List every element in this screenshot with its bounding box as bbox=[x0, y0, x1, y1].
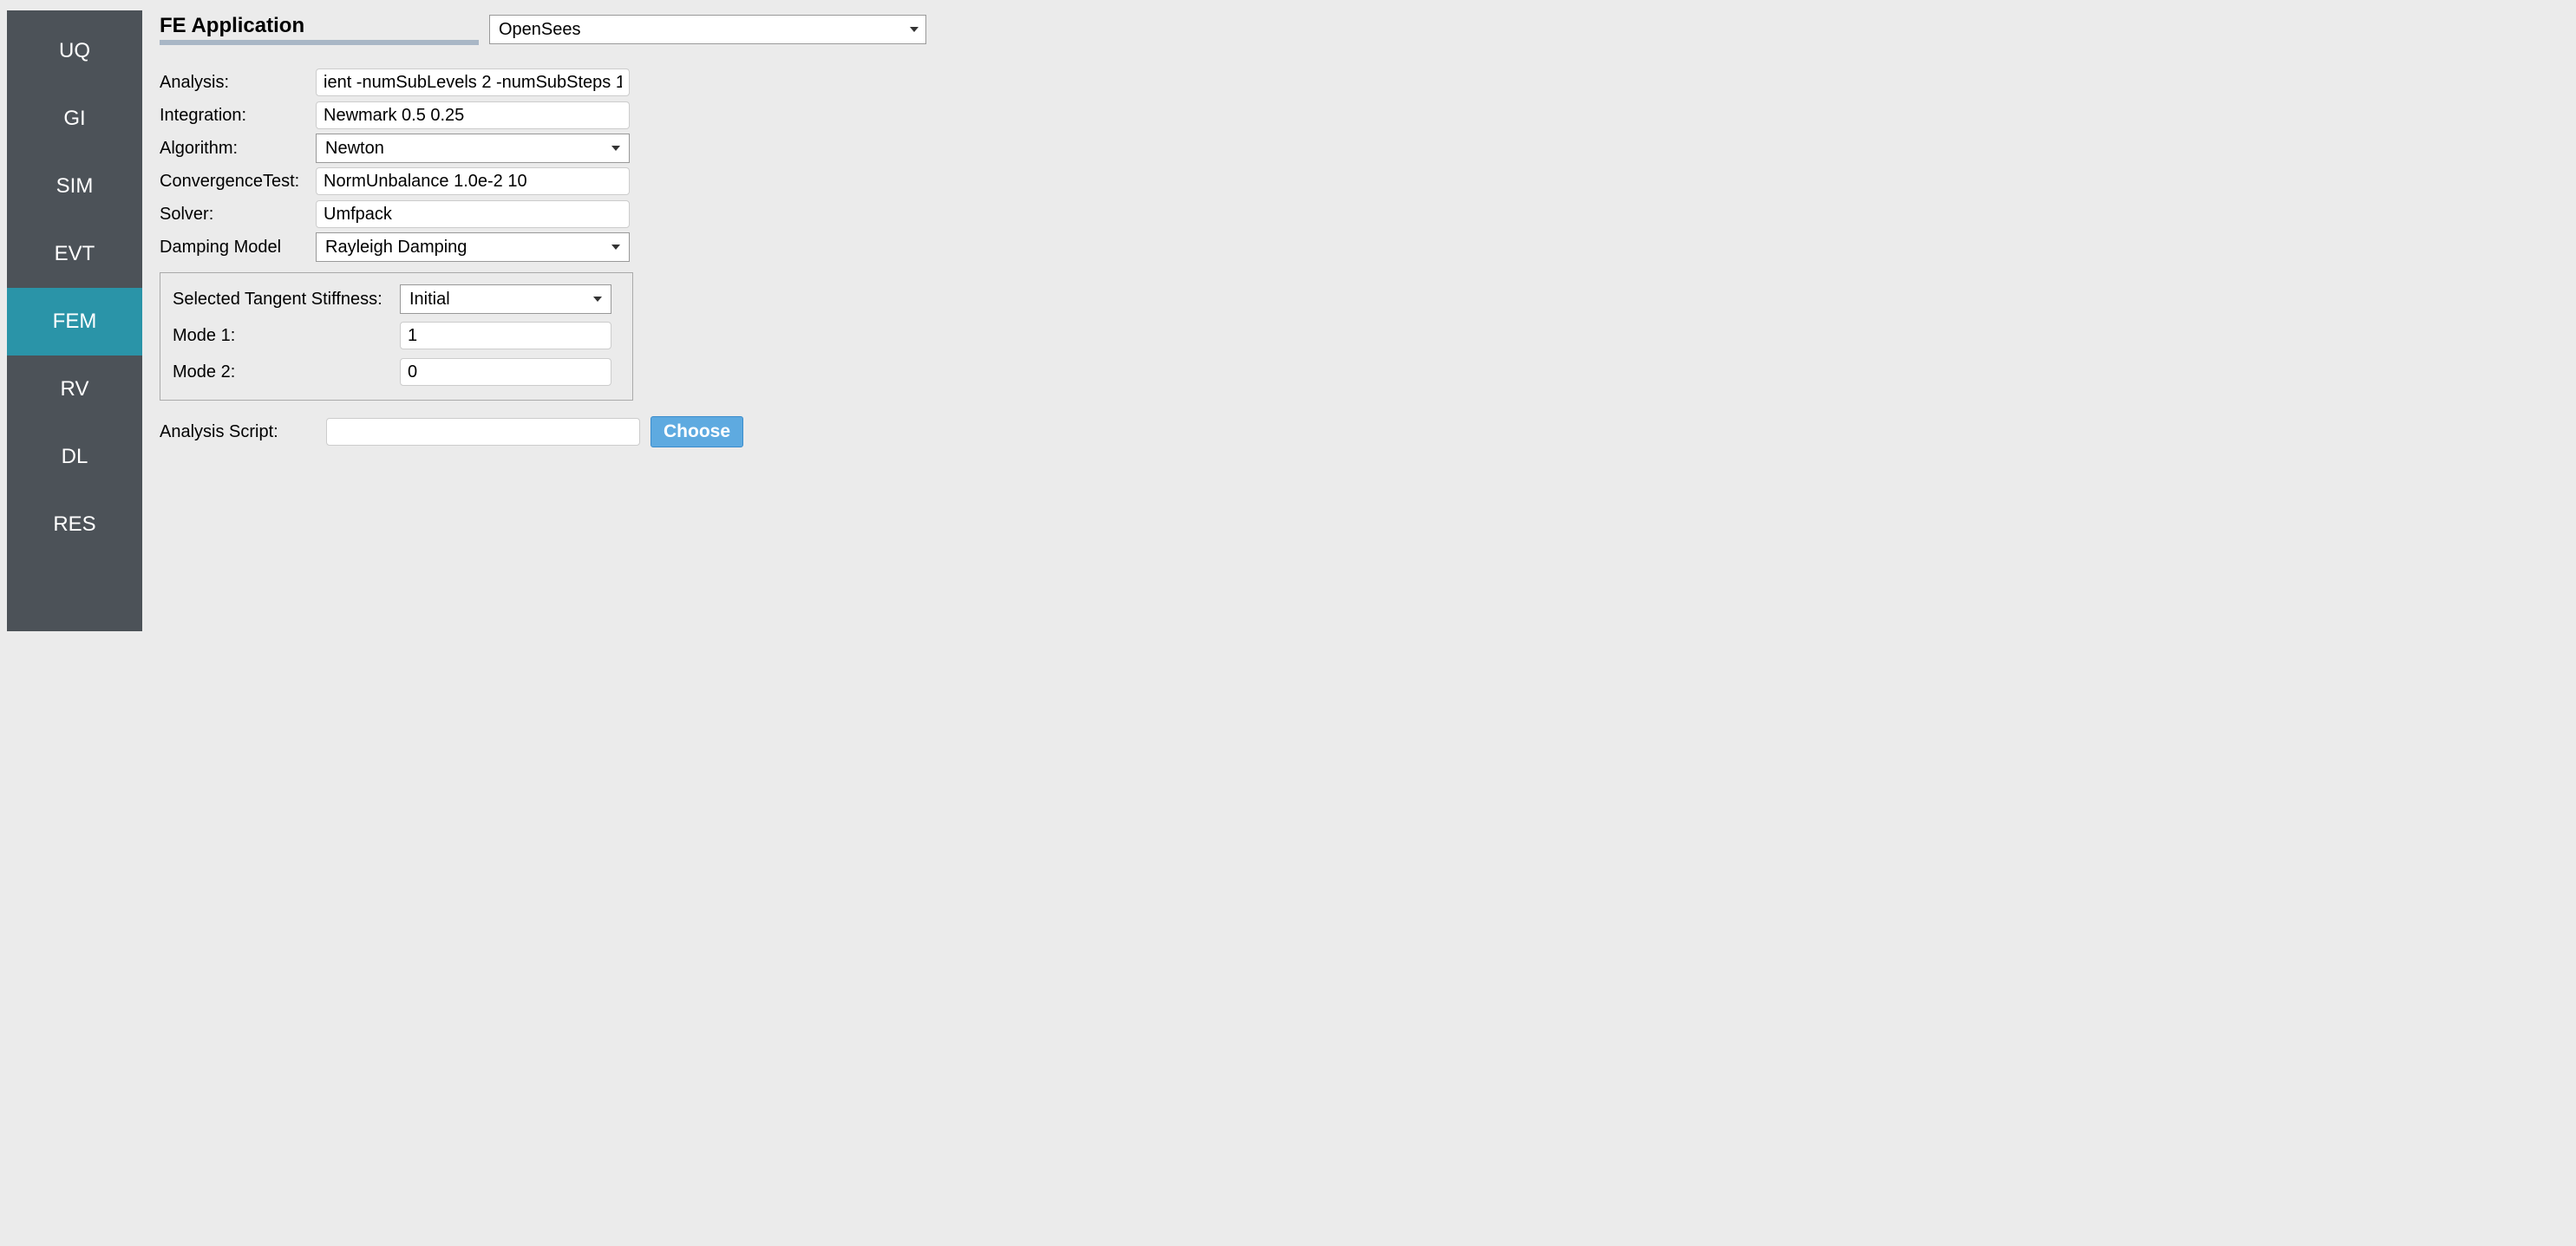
chevron-down-icon bbox=[910, 27, 919, 32]
analysis-script-input[interactable] bbox=[326, 418, 640, 446]
damping-group: Selected Tangent Stiffness: Initial Mode… bbox=[160, 272, 633, 401]
integration-input[interactable] bbox=[316, 101, 630, 129]
header-row: FE Application OpenSees bbox=[160, 14, 2559, 45]
sidebar-item-rv[interactable]: RV bbox=[7, 356, 142, 423]
algorithm-select[interactable]: Newton bbox=[316, 134, 630, 163]
chevron-down-icon bbox=[611, 146, 620, 151]
sidebar-item-label: DL bbox=[62, 445, 88, 469]
solver-label: Solver: bbox=[160, 205, 316, 225]
analysis-script-label: Analysis Script: bbox=[160, 422, 316, 442]
damping-model-label: Damping Model bbox=[160, 238, 316, 258]
select-value: OpenSees bbox=[499, 20, 581, 40]
sidebar-item-label: EVT bbox=[55, 242, 95, 266]
choose-button[interactable]: Choose bbox=[651, 416, 743, 447]
header-title-wrap: FE Application bbox=[160, 14, 479, 45]
app-root: UQ GI SIM EVT FEM RV DL RES FE Applicati… bbox=[0, 0, 2576, 642]
sidebar-item-fem[interactable]: FEM bbox=[7, 288, 142, 356]
mode1-label: Mode 1: bbox=[173, 326, 400, 346]
damping-model-select[interactable]: Rayleigh Damping bbox=[316, 232, 630, 262]
select-value: Initial bbox=[409, 290, 450, 310]
mode1-input[interactable] bbox=[400, 322, 611, 349]
sidebar-item-res[interactable]: RES bbox=[7, 491, 142, 558]
mode2-input[interactable] bbox=[400, 358, 611, 386]
sidebar-item-evt[interactable]: EVT bbox=[7, 220, 142, 288]
fe-application-select[interactable]: OpenSees bbox=[489, 15, 926, 44]
chevron-down-icon bbox=[611, 245, 620, 250]
sidebar-item-sim[interactable]: SIM bbox=[7, 153, 142, 220]
tangent-stiffness-label: Selected Tangent Stiffness: bbox=[173, 290, 400, 310]
integration-label: Integration: bbox=[160, 106, 316, 126]
sidebar-item-label: GI bbox=[63, 107, 85, 131]
page-title: FE Application bbox=[160, 14, 479, 38]
convergence-label: ConvergenceTest: bbox=[160, 172, 316, 192]
convergence-input[interactable] bbox=[316, 167, 630, 195]
main-panel: FE Application OpenSees Analysis: Integr… bbox=[142, 0, 2576, 642]
mode2-label: Mode 2: bbox=[173, 362, 400, 382]
chevron-down-icon bbox=[593, 297, 602, 302]
sidebar-item-label: RV bbox=[61, 377, 89, 401]
sidebar: UQ GI SIM EVT FEM RV DL RES bbox=[7, 10, 142, 631]
sidebar-item-label: SIM bbox=[56, 174, 94, 199]
solver-input[interactable] bbox=[316, 200, 630, 228]
sidebar-item-uq[interactable]: UQ bbox=[7, 17, 142, 85]
analysis-label: Analysis: bbox=[160, 73, 316, 93]
sidebar-item-label: UQ bbox=[59, 39, 90, 63]
sidebar-item-gi[interactable]: GI bbox=[7, 85, 142, 153]
select-value: Rayleigh Damping bbox=[325, 238, 467, 258]
sidebar-item-label: RES bbox=[53, 512, 95, 537]
sidebar-item-label: FEM bbox=[53, 310, 97, 334]
analysis-script-row: Analysis Script: Choose bbox=[160, 416, 784, 447]
tangent-stiffness-select[interactable]: Initial bbox=[400, 284, 611, 314]
algorithm-label: Algorithm: bbox=[160, 139, 316, 159]
select-value: Newton bbox=[325, 139, 384, 159]
form: Analysis: Integration: Algorithm: Newton… bbox=[160, 66, 784, 447]
analysis-input[interactable] bbox=[316, 68, 630, 96]
sidebar-item-dl[interactable]: DL bbox=[7, 423, 142, 491]
